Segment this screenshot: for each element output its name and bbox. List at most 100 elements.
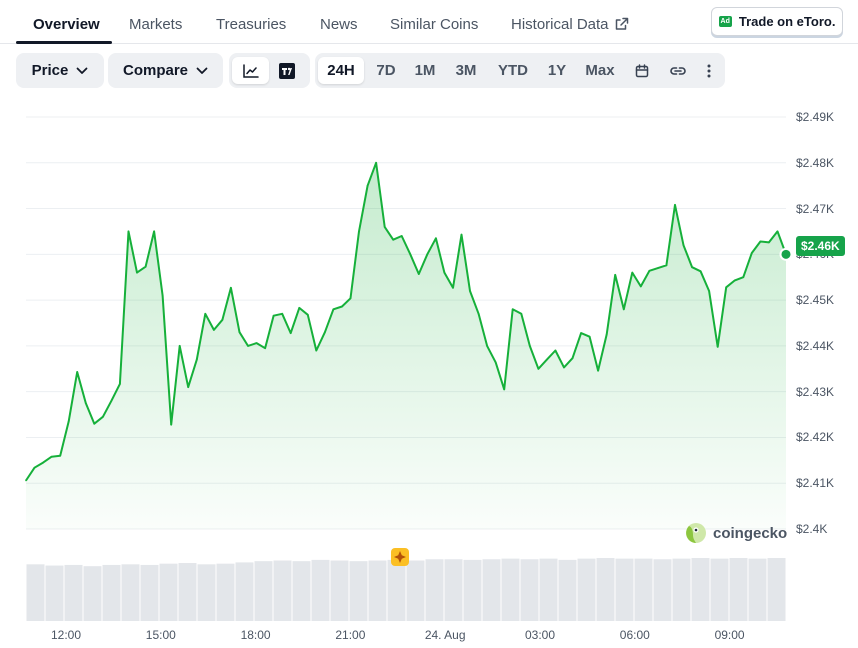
volume-bar [710,558,729,621]
price-point [230,286,232,289]
volume-bar [653,559,672,621]
x-tick-label: 09:00 [714,628,745,642]
price-point [119,383,121,385]
range-max-button[interactable]: Max [578,57,622,84]
price-point [682,244,685,246]
tab-news[interactable]: News [320,16,358,33]
price-point [76,371,79,373]
line-chart-button[interactable] [232,57,269,84]
tab-markets[interactable]: Markets [129,16,182,33]
price-point [477,313,480,315]
price-point [614,274,617,276]
volume-bar [482,559,501,621]
tab-treasuries[interactable]: Treasuries [216,16,286,33]
price-point [400,235,403,237]
price-point [435,237,437,240]
y-tick-label: $2.47K [796,201,835,216]
y-tick-label: $2.48K [796,155,835,170]
more-options-button[interactable] [698,57,720,84]
volume-bar [254,561,273,621]
volume-bar [558,559,577,621]
price-point [281,313,283,315]
y-tick-label: $2.43K [796,384,835,399]
y-tick-label: $2.42K [796,430,835,445]
more-vertical-icon [707,64,711,77]
tab-similar-coins[interactable]: Similar Coins [390,16,478,33]
price-point [537,367,540,370]
price-point [33,466,36,469]
link-icon [670,66,686,75]
tradingview-icon [279,62,295,79]
x-tick-label: 12:00 [50,628,82,642]
price-point [708,290,710,292]
external-link-icon [615,17,628,30]
price-point [93,422,96,425]
event-marker-icon[interactable] [391,548,409,566]
trade-on-etoro-button[interactable]: Ad Trade on eToro. [711,7,843,36]
price-point [571,357,574,360]
price-point [691,266,693,268]
coingecko-logo-icon [686,523,706,543]
price-point [144,265,147,268]
price-dropdown[interactable]: Price [16,53,104,88]
price-point [84,402,87,404]
share-link-button[interactable] [662,57,694,84]
volume-bar [273,560,292,621]
range-1m-button[interactable]: 1M [408,57,442,84]
chevron-down-icon [196,67,208,74]
price-point [529,345,531,347]
price-point [486,345,488,347]
price-point [50,455,53,458]
price-point [443,271,446,274]
price-point [665,264,668,267]
range-ytd-button[interactable]: YTD [490,57,536,84]
price-point [247,345,249,347]
price-point [452,286,454,289]
tab-overview[interactable]: Overview [33,16,100,33]
line-chart-icon [242,63,259,78]
range-24h-button[interactable]: 24H [318,57,364,84]
volume-bar [159,563,178,621]
volume-bar [330,560,349,621]
calendar-button[interactable] [628,57,656,84]
price-point [153,230,155,233]
compare-dropdown-label: Compare [122,62,189,79]
volume-bar [311,559,330,621]
price-point [25,479,27,482]
price-point [289,332,292,334]
price-point [178,345,181,347]
price-point [674,204,676,206]
tab-historical-data[interactable]: Historical Data [511,16,629,33]
price-point [759,240,762,243]
volume-bar [767,558,786,621]
volume-bar [216,563,235,621]
price-point [42,461,44,464]
y-tick-label: $2.41K [796,476,835,491]
price-point [751,252,753,254]
range-3m-button[interactable]: 3M [448,57,484,84]
price-point [255,342,258,344]
y-tick-label: $2.49K [796,110,835,124]
y-tick-label: $2.44K [796,338,835,353]
price-point [358,230,360,233]
price-point [622,308,625,311]
price-area-fill [26,162,786,530]
volume-bar [121,564,140,621]
range-1y-button[interactable]: 1Y [541,57,573,84]
price-point [742,276,745,279]
volume-bar [615,558,634,621]
compare-dropdown[interactable]: Compare [108,53,223,88]
price-point [640,285,642,288]
volume-bar [577,558,596,621]
price-point [648,270,651,272]
x-tick-label: 21:00 [335,628,366,642]
x-tick-label: 24. Aug [424,628,466,642]
price-point [306,313,309,316]
price-point [563,366,565,369]
price-point [776,230,779,233]
tradingview-button[interactable] [271,57,303,84]
range-7d-button[interactable]: 7D [369,57,403,84]
x-tick-label: 15:00 [145,628,176,642]
coingecko-watermark: coingecko [685,522,787,544]
price-chart[interactable] [0,100,858,624]
